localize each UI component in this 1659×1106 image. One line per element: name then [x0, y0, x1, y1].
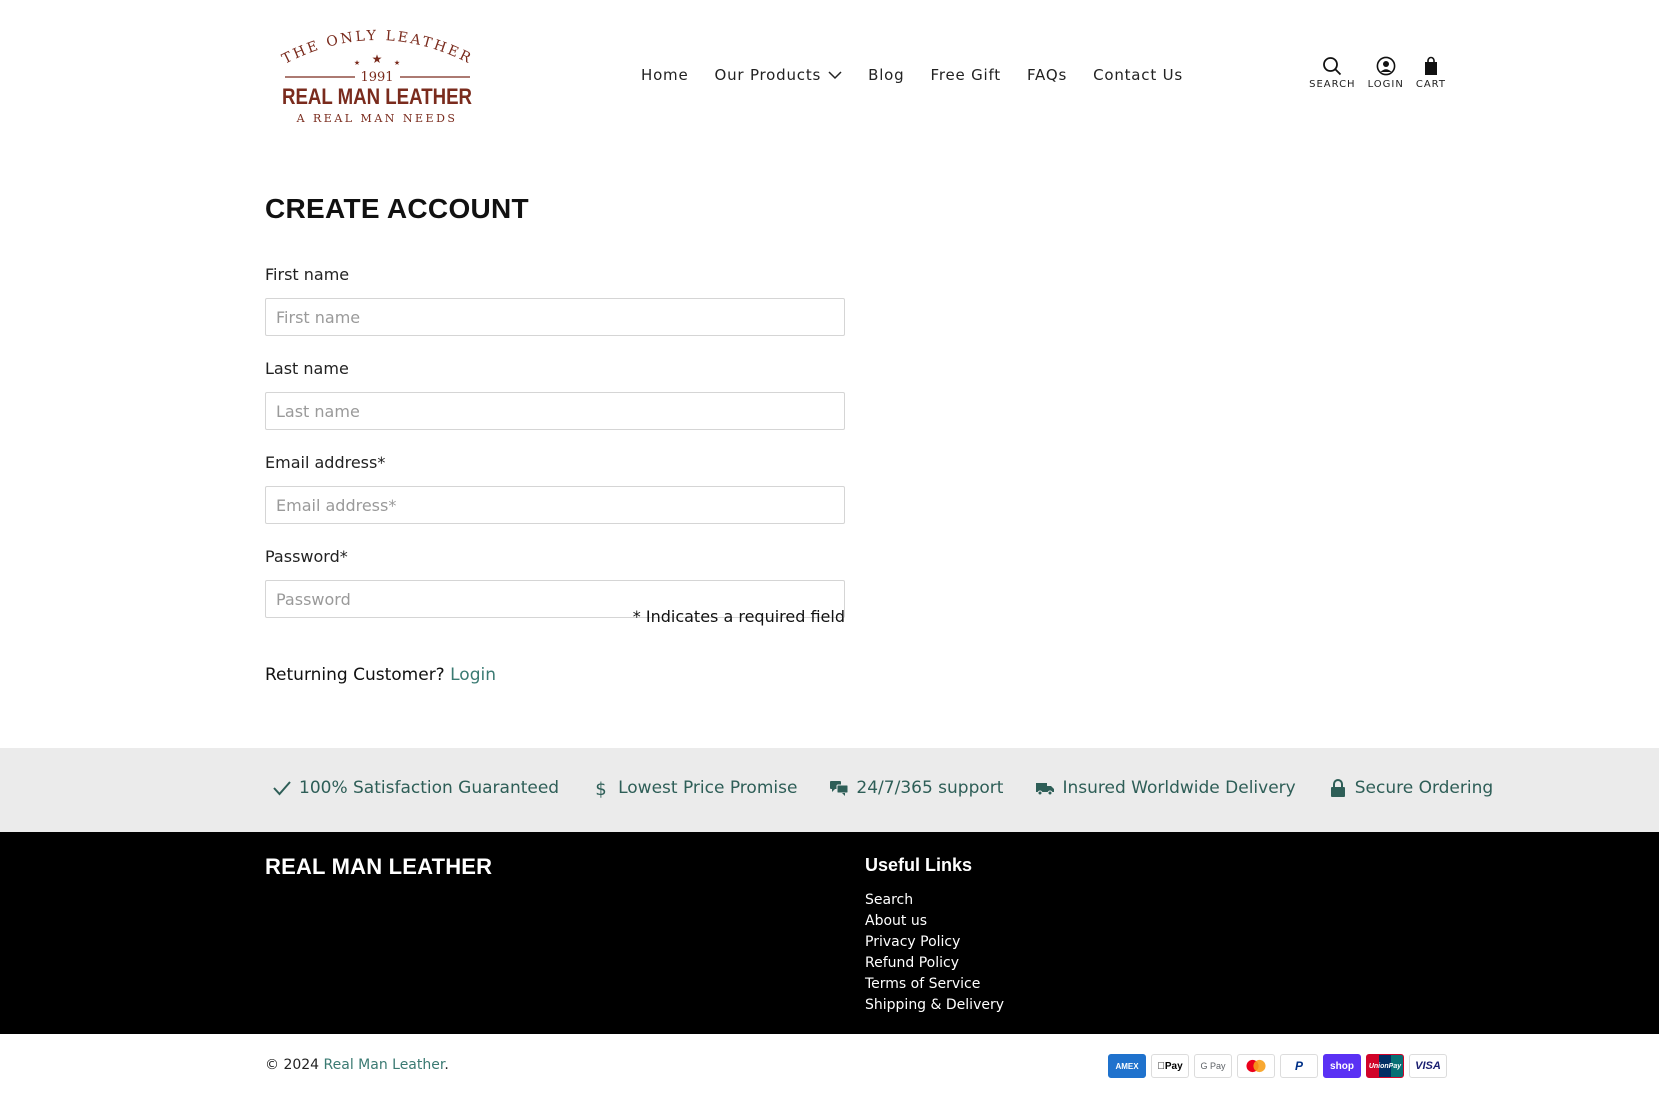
login-link[interactable]: Login [450, 665, 496, 685]
footer-link-refund[interactable]: Refund Policy [865, 953, 1004, 974]
footer-link-search[interactable]: Search [865, 890, 1004, 911]
trust-item-support: 24/7/365 support [829, 778, 1003, 798]
search-button[interactable]: SEARCH [1309, 56, 1355, 90]
bottom-bar: © 2024 Real Man Leather. AMEX Pay G Pay… [0, 1034, 1659, 1106]
lock-icon [1330, 779, 1345, 797]
trust-item-secure: Secure Ordering [1328, 778, 1493, 798]
first-name-label: First name [265, 265, 350, 284]
footer-links: Search About us Privacy Policy Refund Po… [865, 890, 1004, 1016]
svg-text:★: ★ [394, 59, 400, 67]
user-icon [1376, 56, 1396, 76]
returning-customer-text: Returning Customer? [265, 665, 445, 685]
payment-icons: AMEX Pay G Pay P shop UnionPay VISA [1108, 1054, 1447, 1078]
mastercard-icon [1237, 1054, 1275, 1078]
nav-free-gift[interactable]: Free Gift [930, 66, 1001, 84]
truck-icon [1036, 783, 1055, 796]
logo-star-icon: ★ [372, 52, 383, 66]
svg-text:★: ★ [354, 59, 360, 67]
trust-label: 24/7/365 support [856, 778, 1004, 798]
unionpay-icon: UnionPay [1366, 1054, 1404, 1078]
cart-button[interactable]: CART [1416, 56, 1446, 90]
trust-item-price: $ Lowest Price Promise [591, 778, 797, 798]
trust-label: Secure Ordering [1354, 778, 1494, 798]
paypal-icon: P [1280, 1054, 1318, 1078]
copyright-prefix: © 2024 [265, 1057, 324, 1073]
cart-label: CART [1415, 79, 1446, 90]
nav-home[interactable]: Home [641, 66, 689, 84]
site-footer: REAL MAN LEATHER Useful Links Search Abo… [0, 832, 1659, 1034]
brand-logo[interactable]: THE ONLY LEATHER ★ ★ ★ 1991 REAL MAN LEA… [265, 25, 490, 130]
page-title: CREATE ACCOUNT [265, 193, 529, 224]
footer-brand: REAL MAN LEATHER [265, 854, 493, 879]
google-pay-icon-text: G Pay [1200, 1061, 1226, 1071]
svg-text:$: $ [595, 779, 606, 798]
logo-main-text: REAL MAN LEATHER [282, 84, 472, 109]
amex-icon: AMEX [1108, 1054, 1146, 1078]
chevron-down-icon [828, 70, 842, 79]
last-name-input[interactable] [265, 392, 845, 430]
shop-pay-icon: shop [1323, 1054, 1361, 1078]
login-label: LOGIN [1367, 79, 1404, 90]
paypal-icon-text: P [1294, 1059, 1303, 1073]
nav-our-products[interactable]: Our Products [715, 66, 843, 84]
footer-link-terms[interactable]: Terms of Service [865, 974, 1004, 995]
apple-pay-icon-text: Pay [1157, 1060, 1182, 1072]
copyright: © 2024 Real Man Leather. [265, 1057, 449, 1073]
login-button[interactable]: LOGIN [1368, 56, 1404, 90]
check-icon [273, 781, 291, 796]
search-label: SEARCH [1309, 79, 1356, 90]
logo-tagline: A REAL MAN NEEDS [296, 112, 458, 125]
returning-customer: Returning Customer? Login [265, 665, 496, 685]
trust-label: Lowest Price Promise [618, 778, 798, 798]
nav-blog[interactable]: Blog [868, 66, 904, 84]
header-actions: SEARCH LOGIN CART [1297, 56, 1446, 90]
footer-links-title: Useful Links [865, 855, 973, 875]
last-name-label: Last name [265, 359, 349, 378]
trust-bar: 100% Satisfaction Guaranteed $ Lowest Pr… [0, 748, 1659, 832]
visa-icon: VISA [1409, 1054, 1447, 1078]
create-account-form: First name Last name Email address* Pass… [265, 265, 845, 641]
footer-link-shipping[interactable]: Shipping & Delivery [865, 995, 1004, 1016]
visa-icon-text: VISA [1415, 1060, 1441, 1072]
main-nav: Home Our Products Blog Free Gift FAQs Co… [641, 66, 1183, 84]
trust-label: 100% Satisfaction Guaranteed [299, 778, 560, 798]
email-input[interactable] [265, 486, 845, 524]
shop-pay-icon-text: shop [1330, 1060, 1354, 1072]
logo-year: 1991 [360, 70, 393, 85]
password-label: Password* [265, 547, 348, 566]
site-header: THE ONLY LEATHER ★ ★ ★ 1991 REAL MAN LEA… [0, 0, 1659, 150]
trust-items: 100% Satisfaction Guaranteed $ Lowest Pr… [272, 778, 1493, 798]
chat-icon [830, 781, 849, 796]
amex-icon-text: AMEX [1115, 1061, 1139, 1071]
first-name-input[interactable] [265, 298, 845, 336]
nav-faqs[interactable]: FAQs [1027, 66, 1067, 84]
unionpay-icon-text: UnionPay [1368, 1062, 1402, 1070]
copyright-suffix: . [444, 1057, 449, 1073]
email-label: Email address* [265, 453, 386, 472]
footer-link-about[interactable]: About us [865, 911, 1004, 932]
required-field-note: * Indicates a required field [632, 607, 845, 626]
copyright-link[interactable]: Real Man Leather [324, 1057, 445, 1073]
nav-our-products-label: Our Products [714, 66, 822, 84]
footer-link-privacy[interactable]: Privacy Policy [865, 932, 1004, 953]
dollar-icon: $ [595, 779, 606, 798]
brand-logo-mark: THE ONLY LEATHER ★ ★ ★ 1991 REAL MAN LEA… [280, 28, 473, 125]
mastercard-circles [1246, 1059, 1266, 1073]
bag-icon [1424, 56, 1437, 75]
trust-item-satisfaction: 100% Satisfaction Guaranteed [272, 778, 559, 798]
apple-pay-icon: Pay [1151, 1054, 1189, 1078]
trust-item-delivery: Insured Worldwide Delivery [1035, 778, 1296, 798]
nav-contact-us[interactable]: Contact Us [1093, 66, 1183, 84]
google-pay-icon: G Pay [1194, 1054, 1232, 1078]
search-icon [1323, 57, 1342, 76]
trust-label: Insured Worldwide Delivery [1062, 778, 1296, 798]
